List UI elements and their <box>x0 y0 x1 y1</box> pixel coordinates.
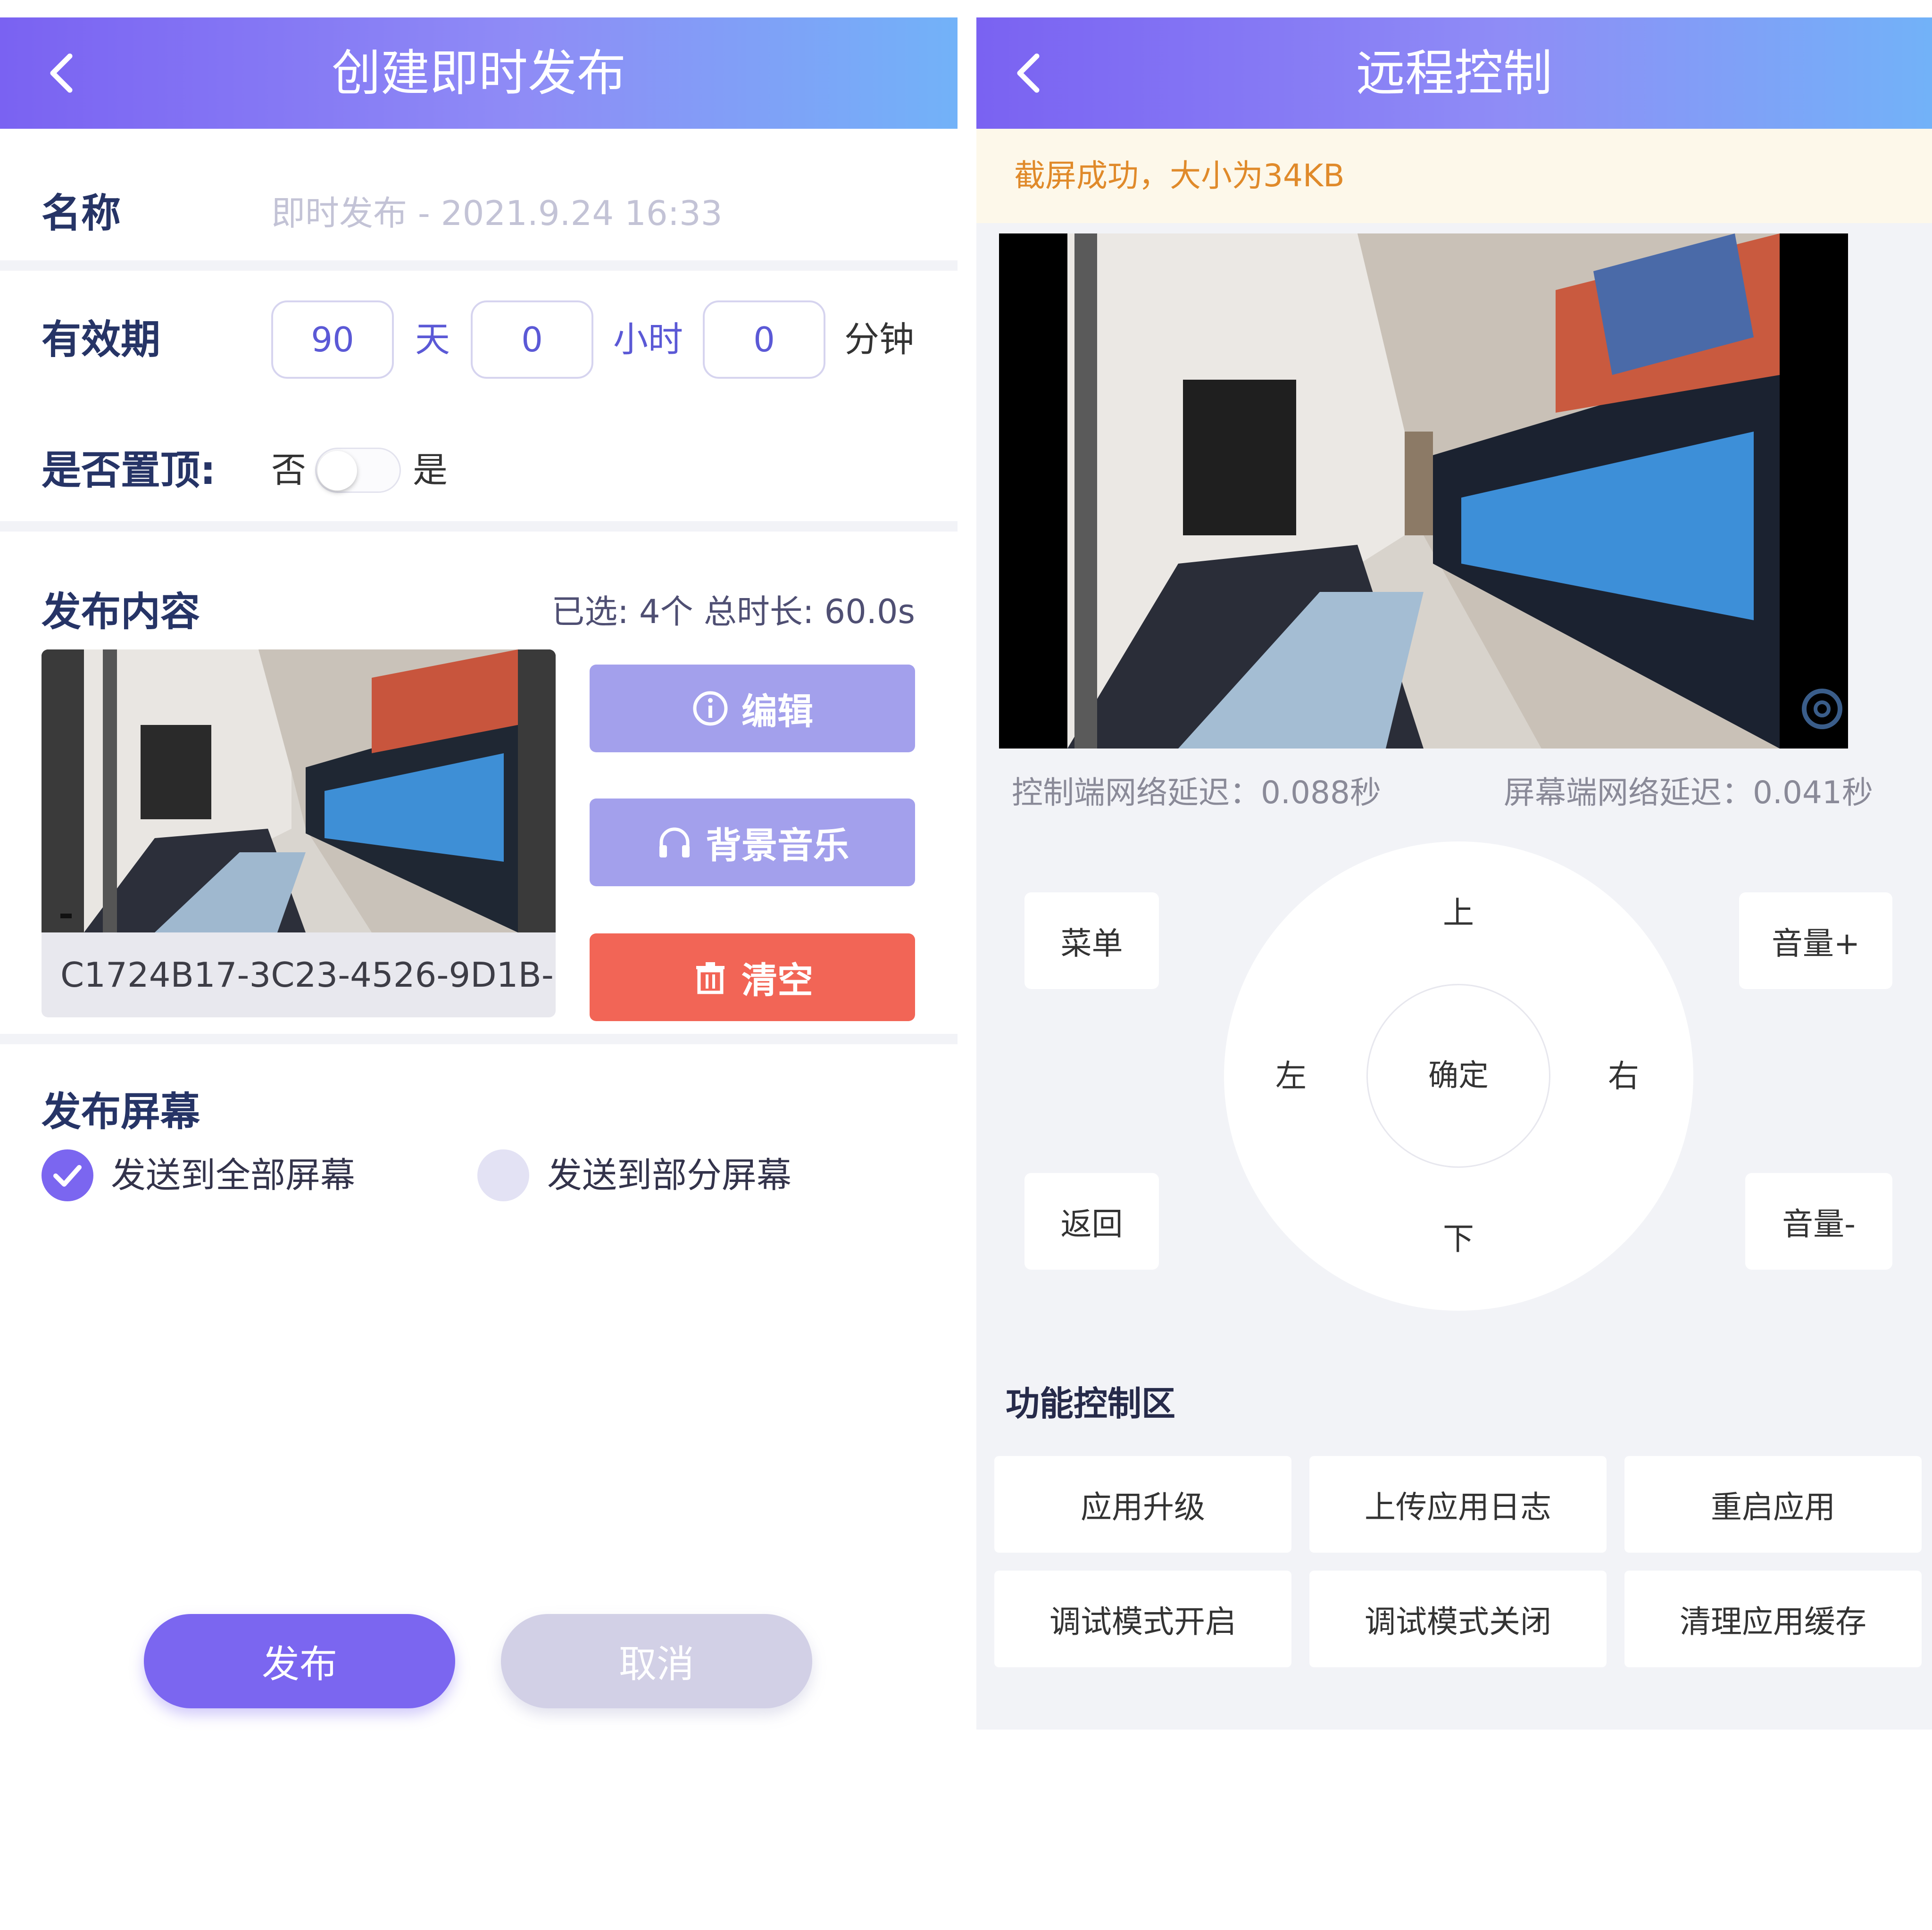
send-all-screens-label: 发送到全部屏幕 <box>111 1155 355 1196</box>
dpad-right-button[interactable]: 右 <box>1595 1048 1652 1105</box>
section-divider <box>0 521 958 532</box>
debug-mode-on-button[interactable]: 调试模式开启 <box>994 1571 1291 1667</box>
upload-app-log-button[interactable]: 上传应用日志 <box>1309 1456 1607 1553</box>
left-header-title: 创建即时发布 <box>331 44 626 102</box>
trash-icon <box>696 962 724 994</box>
dpad-down-button[interactable]: 下 <box>1430 1211 1487 1267</box>
screenshot-notice: 截屏成功，大小为34KB <box>976 129 1932 223</box>
remote-screen-preview <box>999 233 1848 749</box>
send-partial-screens-label: 发送到部分屏幕 <box>547 1155 791 1196</box>
name-input[interactable]: 即时发布 - 2021.9.24 16:33 <box>271 187 723 239</box>
pin-on-label: 是 <box>413 450 448 491</box>
check-icon <box>53 1165 82 1187</box>
clear-app-cache-button[interactable]: 清理应用缓存 <box>1624 1571 1922 1667</box>
pin-off-label: 否 <box>271 450 306 491</box>
dpad-up-button[interactable]: 上 <box>1430 885 1487 941</box>
right-header-title: 远程控制 <box>1356 44 1552 102</box>
dpad-left-button[interactable]: 左 <box>1263 1048 1319 1105</box>
dpad-ok-button[interactable]: 确定 <box>1366 984 1550 1168</box>
edit-button-label: 编辑 <box>741 690 813 732</box>
edit-button[interactable]: 编辑 <box>590 665 915 752</box>
pin-label: 是否置顶: <box>42 447 216 493</box>
content-thumbnail-image <box>42 649 556 932</box>
volume-up-button[interactable]: 音量+ <box>1739 892 1892 989</box>
section-divider <box>0 1034 958 1044</box>
back-button[interactable] <box>41 50 86 96</box>
content-thumbnail-caption: C1724B17-3C23-4526-9D1B-19 <box>60 955 556 995</box>
function-area-title: 功能控制区 <box>1006 1384 1176 1423</box>
cancel-button[interactable]: 取消 <box>501 1614 812 1708</box>
create-instant-publish-panel: 创建即时发布 名称 即时发布 - 2021.9.24 16:33 有效期 90 … <box>0 17 958 1904</box>
restart-app-button[interactable]: 重启应用 <box>1624 1456 1922 1553</box>
headphones-icon <box>659 827 690 857</box>
section-divider <box>0 260 958 271</box>
menu-button[interactable]: 菜单 <box>1024 892 1159 989</box>
debug-mode-off-button[interactable]: 调试模式关闭 <box>1309 1571 1607 1667</box>
info-icon <box>693 691 728 726</box>
publish-button[interactable]: 发布 <box>144 1614 455 1708</box>
screen-latency: 屏幕端网络延迟：0.041秒 <box>1504 774 1873 811</box>
send-all-screens-radio[interactable] <box>42 1149 93 1201</box>
content-summary: 已选: 4个 总时长: 60.0s <box>551 592 915 631</box>
return-button[interactable]: 返回 <box>1024 1173 1159 1270</box>
content-thumbnail[interactable]: C1724B17-3C23-4526-9D1B-19 <box>42 649 556 1017</box>
back-button[interactable] <box>1008 50 1053 96</box>
controller-latency: 控制端网络延迟：0.088秒 <box>1012 774 1381 811</box>
pin-toggle-knob <box>317 451 357 491</box>
left-header: 创建即时发布 <box>0 17 958 129</box>
days-input[interactable]: 90 <box>271 300 394 379</box>
remote-screen-image <box>999 233 1848 749</box>
minutes-input[interactable]: 0 <box>703 300 825 379</box>
hours-input[interactable]: 0 <box>471 300 593 379</box>
send-partial-screens-radio[interactable] <box>477 1149 529 1201</box>
validity-label: 有效期 <box>42 316 161 363</box>
hours-unit: 小时 <box>613 319 683 360</box>
background-music-button-label: 背景音乐 <box>706 824 849 866</box>
direction-pad: 上 下 左 右 确定 <box>1224 841 1693 1311</box>
volume-down-button[interactable]: 音量- <box>1745 1173 1892 1270</box>
name-label: 名称 <box>42 190 121 236</box>
clear-button[interactable]: 清空 <box>590 933 915 1021</box>
remote-control-panel: 远程控制 截屏成功，大小为34KB 控制端网络延迟：0.088秒 屏幕端网络延迟… <box>976 17 1932 1730</box>
app-upgrade-button[interactable]: 应用升级 <box>994 1456 1291 1553</box>
background-music-button[interactable]: 背景音乐 <box>590 799 915 886</box>
pin-toggle[interactable] <box>315 448 401 493</box>
right-header: 远程控制 <box>976 17 1932 129</box>
back-chevron-icon <box>1017 53 1040 93</box>
clear-button-label: 清空 <box>741 959 813 1001</box>
days-unit: 天 <box>415 319 450 360</box>
back-chevron-icon <box>50 53 73 93</box>
screens-label: 发布屏幕 <box>42 1089 200 1135</box>
minutes-unit: 分钟 <box>844 319 914 360</box>
content-label: 发布内容 <box>42 589 200 635</box>
